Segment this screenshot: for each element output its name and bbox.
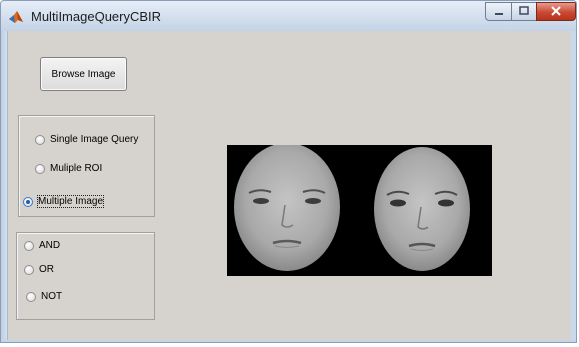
maximize-icon — [518, 3, 530, 21]
radio-button[interactable] — [26, 291, 36, 302]
radio-not[interactable]: NOT — [26, 291, 62, 302]
close-button[interactable] — [536, 2, 576, 21]
radio-label: OR — [39, 264, 54, 275]
maximize-button[interactable] — [511, 2, 537, 21]
radio-and[interactable]: AND — [24, 240, 60, 251]
radio-multiple-roi[interactable]: Muliple ROI — [35, 163, 102, 174]
radio-button[interactable] — [35, 163, 45, 174]
logic-operator-panel: AND OR NOT — [16, 232, 155, 320]
radio-label: Multiple Image — [36, 195, 105, 208]
radio-button-checked[interactable] — [23, 196, 33, 207]
minimize-button[interactable] — [485, 2, 512, 21]
close-icon — [550, 3, 562, 21]
radio-label: Muliple ROI — [50, 163, 103, 174]
window-bottom-border — [1, 340, 576, 342]
client-area: Browse Image Single Image Query Muliple … — [7, 31, 571, 340]
minimize-icon — [493, 3, 505, 21]
browse-image-button[interactable]: Browse Image — [40, 57, 127, 91]
face-image-2 — [374, 147, 470, 271]
image-preview — [227, 145, 492, 276]
face-image-1 — [234, 145, 340, 271]
radio-label: NOT — [41, 291, 63, 302]
title-bar[interactable]: MultiImageQueryCBIR — [1, 1, 576, 31]
app-window: MultiImageQueryCBIR Browse Image Single … — [0, 0, 577, 343]
radio-single-image-query[interactable]: Single Image Query — [35, 134, 138, 145]
radio-label: AND — [39, 240, 61, 251]
matlab-icon — [8, 9, 24, 25]
radio-label: Single Image Query — [50, 134, 139, 145]
radio-button[interactable] — [24, 264, 34, 275]
radio-or[interactable]: OR — [24, 264, 54, 275]
radio-button[interactable] — [24, 240, 34, 251]
radio-multiple-image[interactable]: Multiple Image — [23, 195, 105, 208]
radio-button[interactable] — [35, 134, 45, 145]
faces-image — [234, 145, 470, 271]
window-title: MultiImageQueryCBIR — [31, 9, 162, 24]
query-mode-panel: Single Image Query Muliple ROI Multiple … — [18, 115, 155, 217]
